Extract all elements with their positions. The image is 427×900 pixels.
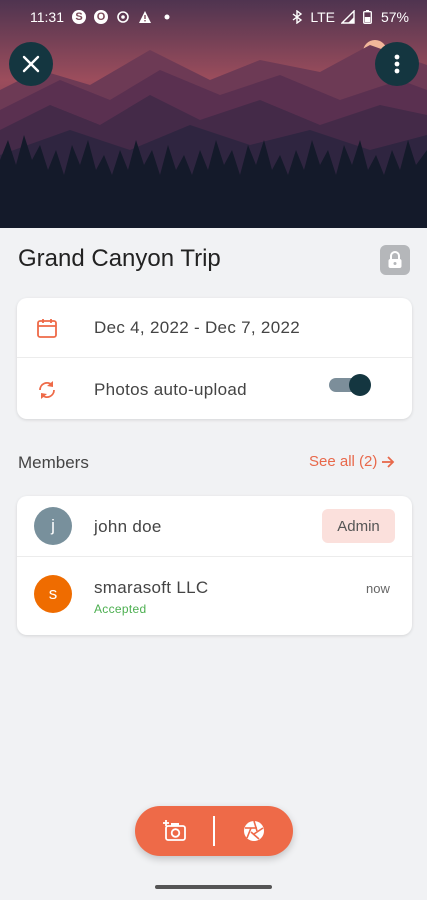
- add-photo-icon: [162, 820, 186, 841]
- network-type: LTE: [310, 9, 335, 25]
- close-button[interactable]: [9, 42, 53, 86]
- member-name[interactable]: smarasoft LLC: [94, 578, 208, 598]
- avatar: j: [34, 507, 72, 545]
- bluetooth-icon: [290, 10, 304, 24]
- mountain-landscape: [0, 0, 427, 228]
- toggle-knob: [349, 374, 371, 396]
- close-icon: [22, 55, 40, 73]
- home-indicator[interactable]: [155, 885, 272, 889]
- media-action-bar: [135, 806, 293, 856]
- member-name[interactable]: john doe: [94, 517, 162, 537]
- calendar-icon: [35, 316, 59, 340]
- warning-icon: [138, 10, 152, 24]
- avatar-initial: s: [48, 584, 58, 603]
- dot-icon: [160, 10, 174, 24]
- members-section-label: Members: [18, 453, 89, 472]
- skype-icon: S: [72, 10, 86, 24]
- date-range[interactable]: Dec 4, 2022 - Dec 7, 2022: [94, 318, 300, 338]
- see-all-members-link[interactable]: See all (2): [309, 453, 395, 470]
- battery-percent: 57%: [380, 9, 409, 25]
- fab-separator: [213, 816, 215, 846]
- divider: [17, 357, 412, 358]
- office-icon: O: [94, 10, 108, 24]
- trip-title: Grand Canyon Trip: [18, 245, 221, 272]
- camera-shutter-icon: [243, 820, 264, 841]
- battery-icon: [361, 10, 375, 24]
- role-badge-label: Admin: [337, 517, 380, 535]
- trip-info-card: Dec 4, 2022 - Dec 7, 2022 Photos auto-up…: [17, 298, 412, 419]
- avatar-initial: j: [51, 516, 55, 535]
- role-badge: Admin: [322, 509, 395, 543]
- status-bar: 11:31 S O LTE 57%: [0, 0, 427, 34]
- member-status: Accepted: [94, 602, 147, 616]
- sync-icon: [35, 378, 59, 402]
- avatar: s: [34, 575, 72, 613]
- signal-icon: [340, 10, 355, 24]
- more-vertical-icon: [394, 54, 400, 74]
- camera-button[interactable]: [214, 806, 293, 856]
- see-all-label: See all (2): [309, 453, 378, 470]
- sync-icon: [116, 10, 130, 24]
- auto-upload-toggle[interactable]: [329, 374, 371, 396]
- divider: [17, 556, 412, 557]
- add-photo-button[interactable]: [135, 806, 214, 856]
- cover-image: [0, 0, 427, 228]
- privacy-lock-button[interactable]: [380, 245, 410, 275]
- auto-upload-label: Photos auto-upload: [94, 380, 247, 399]
- lock-icon: [388, 251, 402, 268]
- member-time: now: [366, 581, 390, 596]
- more-options-button[interactable]: [375, 42, 419, 86]
- arrow-right-icon: [382, 455, 395, 468]
- status-time: 11:31: [30, 9, 64, 25]
